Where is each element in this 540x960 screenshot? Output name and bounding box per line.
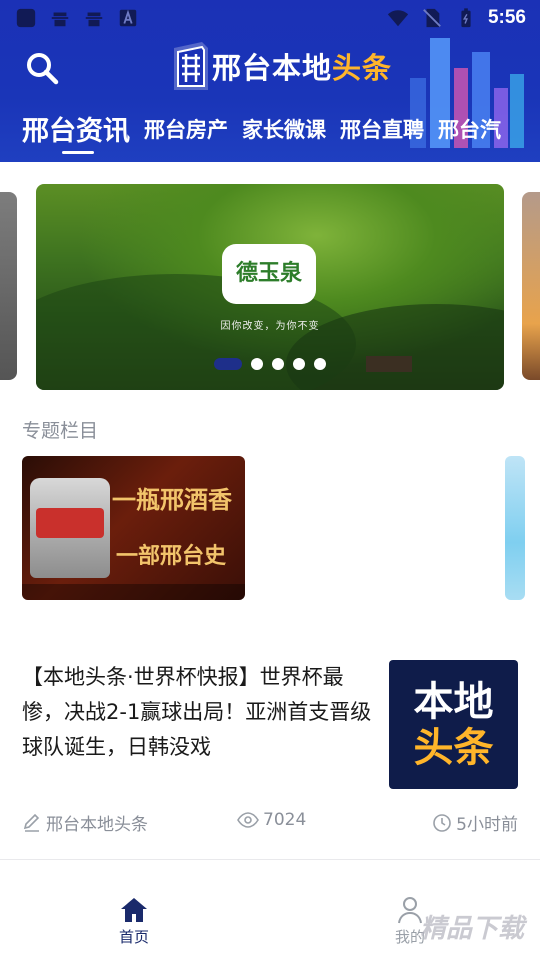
tab-xingtai-news[interactable]: 邢台资讯 — [22, 109, 130, 154]
search-icon — [27, 53, 59, 85]
news-author: 邢台本地头条 — [22, 810, 148, 835]
banner-next-slide[interactable] — [522, 192, 540, 380]
news-thumbnail[interactable]: 本地 头条 — [389, 660, 518, 789]
logo-accent-text: 头条 — [332, 51, 393, 85]
liquor-bottle-image — [30, 478, 110, 578]
section-title: 专题栏目 — [22, 420, 99, 442]
nav-home-label: 首页 — [118, 928, 149, 946]
news-item[interactable]: 【本地头条·世界杯快报】世界杯最惨，决战2-1赢球出局！亚洲首支晋级球队诞生，日… — [22, 660, 522, 840]
app-square-icon — [16, 8, 36, 28]
pencil-icon — [23, 813, 40, 832]
tab-parent-courses[interactable]: 家长微课 — [242, 114, 326, 154]
topic-card-next[interactable] — [505, 456, 525, 600]
news-title[interactable]: 【本地头条·世界杯快报】世界杯最惨，决战2-1赢球出局！亚洲首支晋级球队诞生，日… — [22, 660, 377, 765]
app-logo: 邢台本地头条 — [172, 42, 392, 90]
topic-card-line2: 一部邢台史 — [116, 543, 227, 569]
no-sim-icon — [423, 8, 441, 28]
app-header: 5:56 邢台本地头条 邢台资讯 邢台房产 家长微课 邢台直聘 邢台汽 — [0, 0, 540, 162]
search-button[interactable] — [24, 50, 60, 86]
news-views: 7024 — [237, 810, 306, 830]
watermark: 精品下载 — [420, 914, 525, 944]
carousel-dot[interactable] — [293, 358, 305, 370]
brand-name: 德玉泉 — [235, 261, 302, 286]
view-count: 7024 — [263, 810, 307, 830]
banner-previous-slide[interactable] — [0, 192, 17, 380]
logo-text: 邢台本地头条 — [212, 45, 392, 87]
author-name: 邢台本地头条 — [46, 815, 148, 835]
carousel-dot[interactable] — [272, 358, 284, 370]
bottom-navigation: 首页 我的 精品下载 — [0, 860, 540, 960]
carousel-indicator — [214, 358, 326, 370]
bug-icon — [51, 12, 69, 27]
carousel-dot[interactable] — [251, 358, 263, 370]
eye-icon — [237, 812, 259, 828]
nav-home[interactable]: 首页 — [104, 896, 164, 952]
thumbnail-text-line1: 本地 — [413, 678, 494, 725]
battery-icon — [461, 8, 471, 28]
a-box-icon — [119, 9, 137, 27]
clock-icon — [433, 813, 451, 832]
banner-house — [366, 356, 412, 372]
status-time: 5:56 — [487, 7, 526, 28]
home-icon — [121, 898, 147, 922]
tab-xingtai-realestate[interactable]: 邢台房产 — [144, 114, 228, 154]
logo-main-text: 邢台本地 — [212, 51, 333, 85]
tab-xingtai-auto[interactable]: 邢台汽 — [438, 114, 501, 154]
topic-card-line1: 一瓶邢酒香 — [112, 485, 232, 514]
topic-card[interactable]: 一瓶邢酒香 一部邢台史 — [22, 456, 245, 600]
carousel-dot[interactable] — [314, 358, 326, 370]
banner-slogan: 因你改变，为你不变 — [220, 321, 320, 332]
thumbnail-text-line2: 头条 — [413, 724, 494, 771]
news-time: 5小时前 — [432, 810, 518, 835]
category-tabs: 邢台资讯 邢台房产 家长微课 邢台直聘 邢台汽 — [0, 100, 540, 154]
logo-emblem-icon — [174, 42, 208, 90]
topic-card-footer — [22, 584, 245, 600]
wifi-icon — [387, 10, 409, 27]
banner-carousel[interactable]: 德玉泉 因你改变，为你不变 — [0, 184, 540, 390]
status-bar: 5:56 — [0, 0, 540, 36]
news-meta: 邢台本地头条 7024 5小时前 — [22, 810, 518, 836]
tab-xingtai-jobs[interactable]: 邢台直聘 — [340, 114, 424, 154]
brand-badge: 德玉泉 — [222, 244, 316, 304]
bug-icon — [85, 12, 103, 27]
banner-slide[interactable]: 德玉泉 因你改变，为你不变 — [36, 184, 504, 390]
publish-time: 5小时前 — [456, 815, 518, 835]
carousel-dot-active[interactable] — [214, 358, 242, 370]
